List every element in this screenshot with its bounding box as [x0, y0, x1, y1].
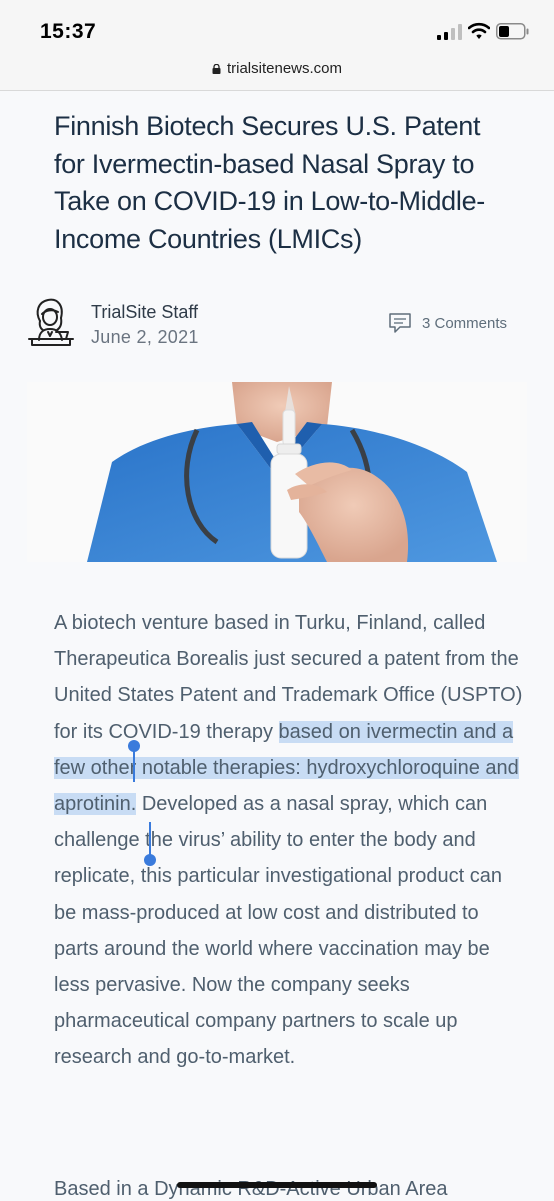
- selection-end-handle-knob[interactable]: [144, 854, 156, 866]
- article-hero-image: [27, 382, 527, 562]
- selection-start-handle[interactable]: [133, 748, 135, 782]
- article-paragraph[interactable]: A biotech venture based in Turku, Finlan…: [54, 605, 524, 1076]
- paragraph-text-after-selection: Developed as a nasal spray, which can ch…: [54, 793, 503, 1069]
- status-bar: 15:37: [0, 0, 554, 56]
- article-title: Finnish Biotech Secures U.S. Patent for …: [54, 111, 485, 254]
- wifi-icon: [468, 22, 490, 39]
- author-avatar: [28, 298, 74, 346]
- selection-end-handle[interactable]: [149, 822, 151, 858]
- url-text: trialsitenews.com: [226, 60, 343, 77]
- comment-icon: [389, 313, 411, 333]
- battery-icon: [496, 23, 529, 40]
- publish-date: June 2, 2021: [91, 327, 199, 347]
- cellular-signal-icon: [437, 24, 462, 40]
- comments-count: 3 Comments: [422, 314, 508, 332]
- lock-icon: [212, 64, 221, 74]
- author-name[interactable]: TrialSite Staff: [91, 302, 198, 323]
- comments-link[interactable]: 3 Comments: [388, 311, 507, 335]
- address-bar[interactable]: trialsitenews.com: [0, 56, 554, 91]
- status-time: 15:37: [40, 20, 97, 43]
- url-display[interactable]: trialsitenews.com: [0, 60, 554, 77]
- home-indicator[interactable]: [177, 1182, 377, 1188]
